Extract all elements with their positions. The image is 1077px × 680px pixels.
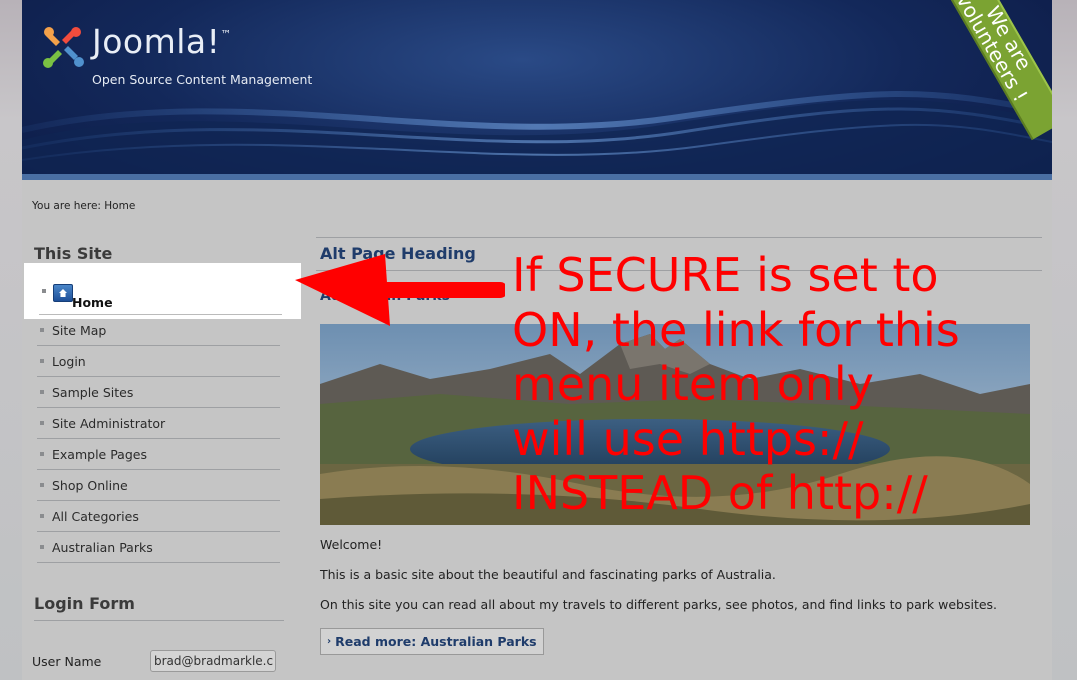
home-icon <box>53 284 73 302</box>
sidebar-item-label: Home <box>72 295 113 310</box>
sidebar-item-home[interactable]: Home <box>39 278 282 315</box>
site-tagline: Open Source Content Management <box>92 72 313 87</box>
details-paragraph: On this site you can read all about my t… <box>320 597 998 612</box>
page-background-right <box>1051 0 1077 680</box>
username-field[interactable]: brad@bradmarkle.c <box>150 650 276 672</box>
joomla-logo-icon <box>43 27 84 68</box>
read-more-link[interactable]: › Read more: Australian Parks <box>320 628 544 655</box>
breadcrumb: You are here: Home <box>32 200 136 212</box>
red-arrow-icon <box>295 254 505 326</box>
login-title-divider <box>34 620 284 621</box>
sidebar-item-example-pages[interactable]: Example Pages <box>37 439 280 470</box>
sidebar-menu: Site Map Login Sample Sites Site Adminis… <box>37 315 280 563</box>
login-form-title: Login Form <box>34 594 135 613</box>
annotation-text: If SECURE is set to ON, the link for thi… <box>512 248 960 520</box>
welcome-text: Welcome! <box>320 537 383 552</box>
intro-paragraph: This is a basic site about the beautiful… <box>320 567 776 582</box>
page-background-left <box>0 0 22 680</box>
sidebar-item-login[interactable]: Login <box>37 346 280 377</box>
sidebar-item-australian-parks[interactable]: Australian Parks <box>37 532 280 563</box>
sidebar-menu-title: This Site <box>34 244 113 263</box>
bullet-icon <box>42 289 46 293</box>
sidebar-item-shop-online[interactable]: Shop Online <box>37 470 280 501</box>
site-logo-text[interactable]: Joomla!™ <box>92 22 232 61</box>
sidebar-item-site-map[interactable]: Site Map <box>37 315 280 346</box>
main-top-divider <box>316 237 1042 238</box>
sidebar-item-site-administrator[interactable]: Site Administrator <box>37 408 280 439</box>
sidebar-item-sample-sites[interactable]: Sample Sites <box>37 377 280 408</box>
chevron-right-icon: › <box>327 636 332 647</box>
site-header: Joomla!™ Open Source Content Management … <box>22 0 1052 180</box>
username-label: User Name <box>32 654 102 669</box>
sidebar-item-all-categories[interactable]: All Categories <box>37 501 280 532</box>
